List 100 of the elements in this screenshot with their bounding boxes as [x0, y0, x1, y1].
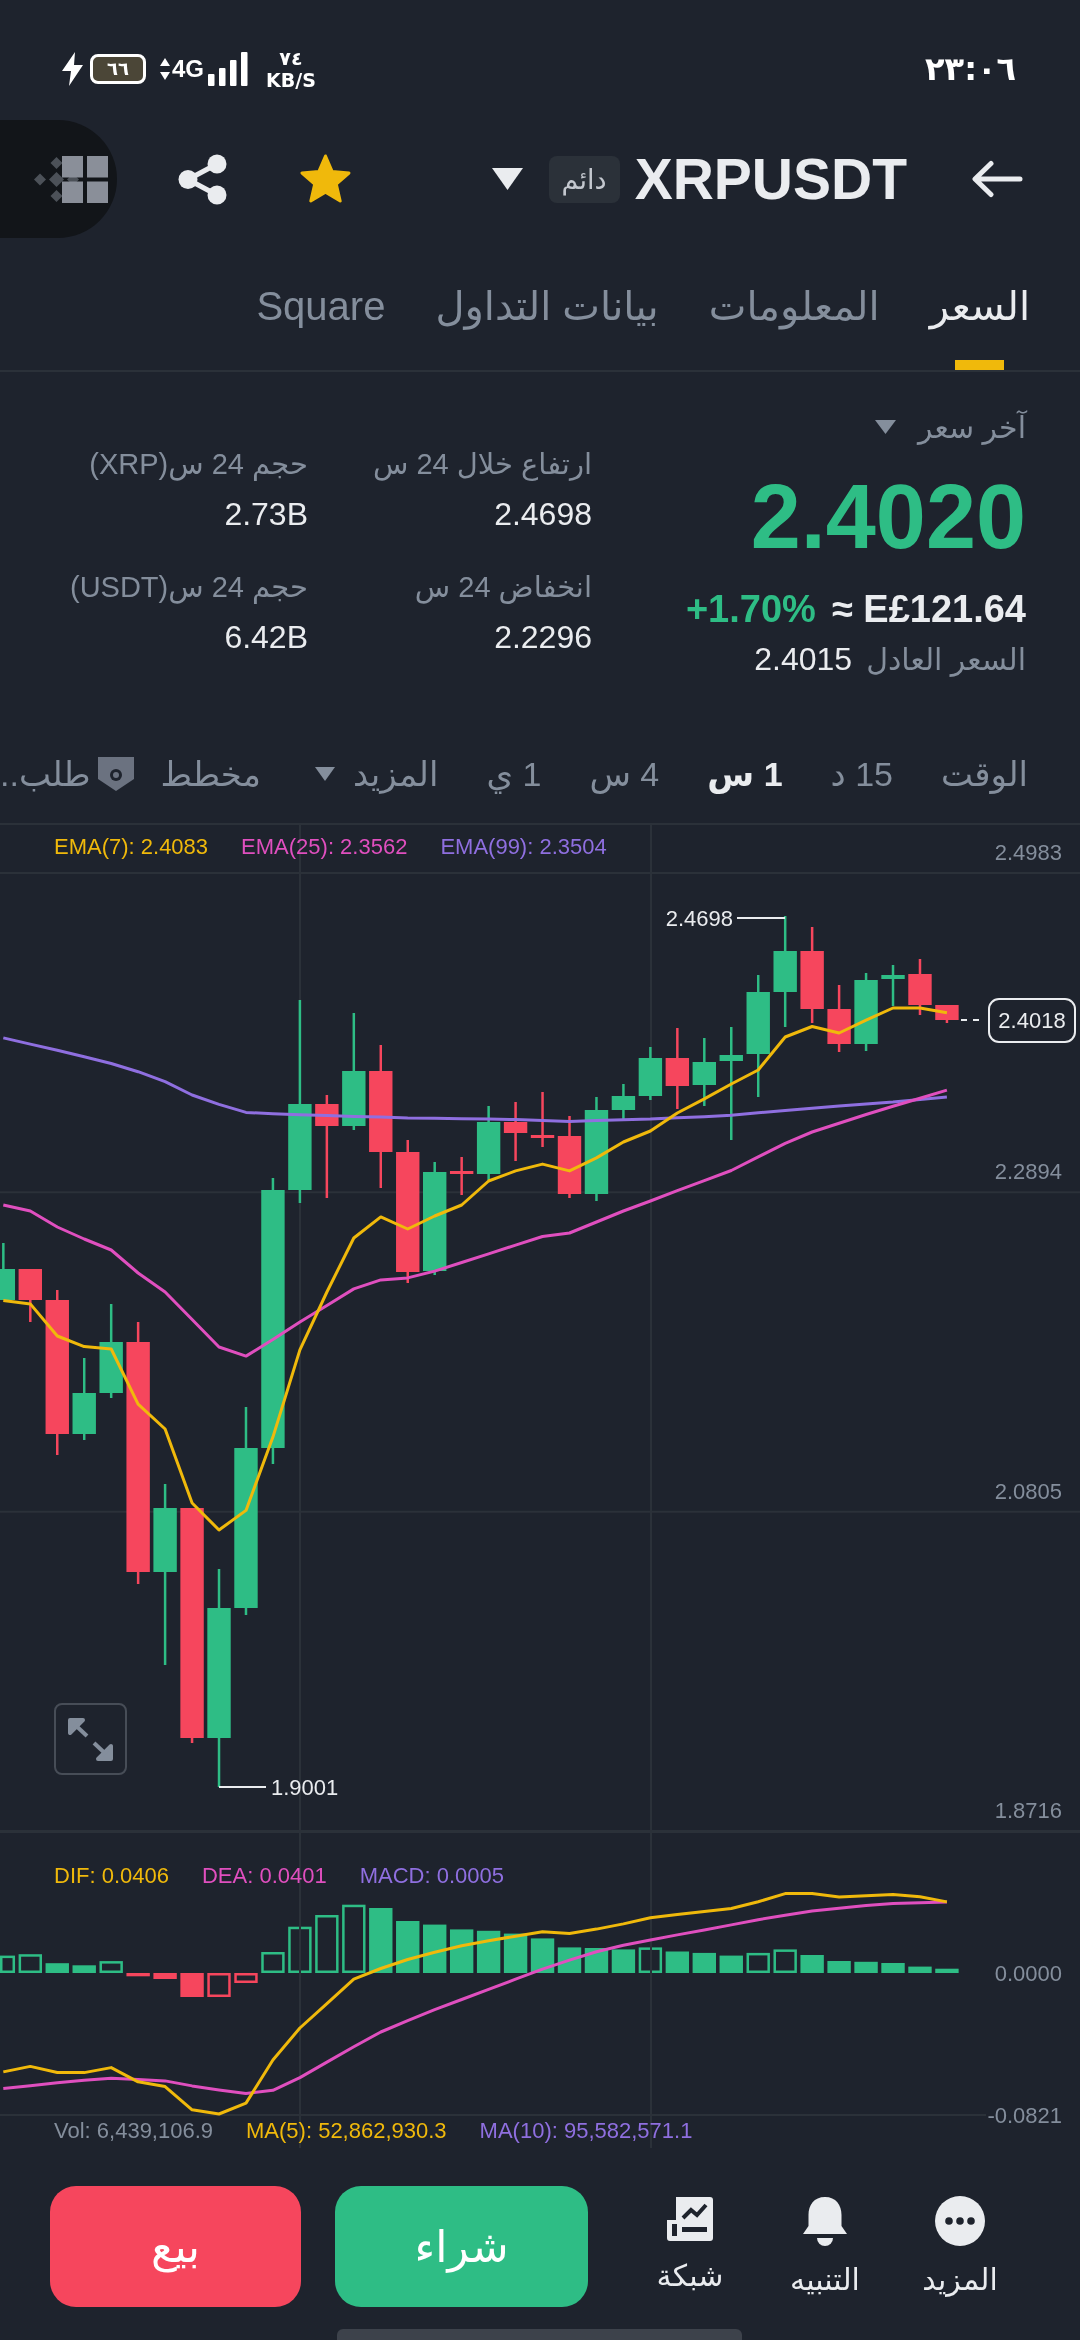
macd-histogram-bar [881, 1963, 905, 1973]
high-price-label: 2.4698 [665, 906, 733, 931]
stat-label: ارتفاع خلال 24 س [372, 447, 592, 483]
macd-histogram-bar [315, 1915, 339, 1973]
macd-histogram-bar [180, 1973, 204, 1997]
bullish-candle [638, 1047, 663, 1100]
bullish-candle [692, 1038, 716, 1106]
status-time: ٢٣:٠٦ [925, 53, 1016, 85]
macd-legend-label: DEA: 0.0401 [201, 1863, 327, 1889]
interval-tab[interactable]: 15 د [830, 752, 893, 796]
macd-histogram-bar [692, 1952, 716, 1973]
macd-axis-label: -0.0821 [987, 2103, 1062, 2128]
signal-icon [208, 52, 248, 86]
diamond-logo-icon [34, 156, 79, 202]
last-price-label: آخر سعر [918, 409, 1026, 445]
bullish-candle [881, 965, 905, 1006]
floating-menu-button[interactable] [0, 120, 117, 238]
bearish-candle [503, 1102, 528, 1161]
macd-histogram-bar [72, 1965, 96, 1973]
macd-histogram-bar [773, 1949, 797, 1973]
more-button[interactable]: المزيد [900, 2186, 1020, 2300]
interval-tab[interactable]: الوقت [941, 752, 1028, 796]
volume-label: MA(5): 52,862,930.3 [246, 2118, 447, 2144]
macd-histogram-bar [746, 1952, 770, 1973]
stat-value: 2.73B [224, 495, 308, 534]
caret-down-icon[interactable] [491, 168, 523, 190]
macd-histogram-bar [449, 1929, 474, 1973]
contract-type-badge: دائم [548, 155, 620, 203]
macd-histogram-bar [665, 1951, 690, 1973]
chart-view-tab[interactable]: طلب.. [0, 752, 91, 796]
tab[interactable]: السعر [929, 238, 1030, 370]
bearish-candle [935, 1005, 959, 1023]
interval-tab[interactable]: 4 س [589, 752, 660, 796]
network-type: 4G [172, 57, 204, 81]
price-axis-label: 1.8716 [994, 1798, 1062, 1823]
grid-icon [62, 155, 108, 203]
macd-histogram-bar [638, 1947, 663, 1973]
interval-tab[interactable]: 1 س [707, 752, 783, 796]
macd-histogram-bar [503, 1933, 528, 1973]
macd-histogram-bar [342, 1904, 366, 1973]
interval-tab[interactable]: 1 ي [486, 752, 542, 796]
macd-histogram-bar [126, 1973, 150, 1977]
bearish-candle [530, 1092, 555, 1147]
bell-icon [801, 2196, 849, 2246]
macd-histogram-bar [0, 1955, 16, 1973]
alerts-button[interactable]: التنبيه [765, 2186, 885, 2300]
sell-button[interactable]: بيع [50, 2186, 301, 2307]
price-axis-label: 2.0805 [994, 1478, 1062, 1504]
ema-legend-label: EMA(25): 2.3562 [241, 834, 408, 860]
macd-histogram-bar [261, 1952, 285, 1973]
macd-histogram-bar [207, 1973, 231, 1997]
macd-axis-label: 0.0000 [994, 1961, 1062, 1986]
network-speed-unit: KB/S [266, 69, 316, 91]
grid-button[interactable]: شبكة [630, 2186, 750, 2296]
tab[interactable]: Square [256, 238, 386, 370]
expand-chart-button[interactable] [54, 1703, 127, 1775]
macd-histogram-bar [476, 1930, 501, 1973]
more-intervals-dropdown[interactable]: المزيد [314, 752, 439, 796]
bullish-candle [611, 1084, 636, 1120]
price-axis-label: 2.4983 [994, 840, 1062, 865]
volume-label: Vol: 6,439,106.9 [54, 2118, 214, 2144]
macd-histogram-bar [827, 1961, 851, 1973]
stat-label: انخفاض 24 س [414, 570, 592, 606]
battery-indicator: ٦٦ [90, 54, 146, 84]
leader-line [736, 917, 786, 919]
macd-histogram-bar [935, 1968, 959, 1973]
chart-view-tab[interactable]: مخطط [160, 752, 261, 796]
macd-histogram-bar [854, 1961, 878, 1973]
macd-histogram-bar [396, 1921, 420, 1973]
fair-price-label: السعر العادل [866, 642, 1026, 679]
macd-histogram-bar [800, 1955, 824, 1973]
ema-legend-label: EMA(7): 2.4083 [54, 834, 209, 860]
macd-histogram-bar [153, 1973, 177, 1979]
tab[interactable]: بيانات التداول [435, 238, 659, 370]
leader-line [218, 1786, 267, 1788]
price-axis-label: 2.2894 [994, 1159, 1062, 1185]
tab[interactable]: المعلومات [708, 238, 880, 370]
buy-button[interactable]: شراء [335, 2186, 588, 2307]
macd-legend-label: DIF: 0.0406 [54, 1863, 169, 1889]
macd-histogram-bar [719, 1955, 743, 1973]
stat-value: 2.2296 [494, 618, 592, 657]
macd-histogram-bar [611, 1949, 636, 1973]
last-price: 2.4020 [750, 467, 1026, 567]
macd-histogram-bar [288, 1926, 312, 1973]
macd-histogram-bar [99, 1961, 123, 1973]
back-arrow-icon[interactable] [971, 160, 1023, 198]
data-arrows-icon [160, 58, 170, 80]
bearish-candle [18, 1269, 42, 1322]
ema-legend-label: EMA(99): 2.3504 [440, 834, 607, 860]
stat-value: 6.42B [224, 618, 308, 657]
caret-down-icon [314, 767, 335, 781]
macd-histogram-bar [18, 1954, 42, 1973]
volume-label: MA(10): 95,582,571.1 [479, 2118, 693, 2144]
pair-symbol[interactable]: XRPUSDT [634, 146, 907, 212]
more-icon [935, 2196, 985, 2246]
stat-value: 2.4698 [494, 495, 592, 534]
fair-price-value: 2.4015 [754, 640, 853, 679]
macd-histogram-bar [369, 1908, 393, 1973]
share-icon[interactable] [178, 153, 227, 205]
star-icon[interactable] [300, 153, 351, 205]
